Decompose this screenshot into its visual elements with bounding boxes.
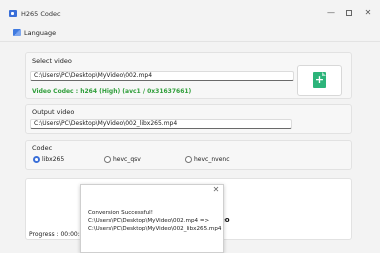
menu-divider — [0, 41, 380, 42]
maximize-button[interactable] — [342, 7, 356, 19]
input-path-field[interactable]: C:\Users\PC\Desktop\MyVideo\002.mp4 — [30, 71, 294, 81]
radio-label-libx265[interactable]: libx265 — [42, 156, 64, 163]
video-codec-info: Video Codec : h264 (High) (avc1 / 0x3163… — [32, 88, 192, 95]
menu-bar — [0, 24, 380, 40]
language-menu[interactable]: Language — [24, 29, 56, 37]
radio-hevc-nvenc[interactable] — [185, 156, 192, 163]
minimize-button[interactable]: — — [324, 7, 338, 19]
radio-label-hevc-qsv[interactable]: hevc_qsv — [113, 156, 141, 163]
radio-hevc-qsv[interactable] — [104, 156, 111, 163]
app-logo-icon — [9, 10, 17, 17]
maximize-icon — [346, 10, 352, 16]
dialog-message-title: Conversion Successful! — [88, 210, 153, 216]
app-window: H265 Codec — ✕ Language Select video C:\… — [0, 0, 380, 253]
radio-label-hevc-nvenc[interactable]: hevc_nvenc — [194, 156, 230, 163]
dialog-message-source: C:\Users\PC\Desktop\MyVideo\002.mp4 => — [88, 218, 210, 224]
select-video-label: Select video — [32, 57, 72, 65]
radio-libx265[interactable] — [33, 156, 40, 163]
codec-label: Codec — [32, 144, 53, 152]
dialog-close-button[interactable]: ✕ — [212, 186, 220, 194]
output-path-field[interactable]: C:\Users\PC\Desktop\MyVideo\002_libx265.… — [30, 119, 292, 129]
language-icon[interactable] — [13, 29, 21, 36]
dialog-message-output: C:\Users\PC\Desktop\MyVideo\002_libx265.… — [88, 226, 222, 232]
close-button[interactable]: ✕ — [361, 7, 375, 19]
add-file-icon[interactable]: + — [313, 72, 326, 88]
output-video-label: Output video — [32, 108, 75, 116]
window-title: H265 Codec — [21, 10, 61, 18]
codec-group — [25, 140, 352, 170]
